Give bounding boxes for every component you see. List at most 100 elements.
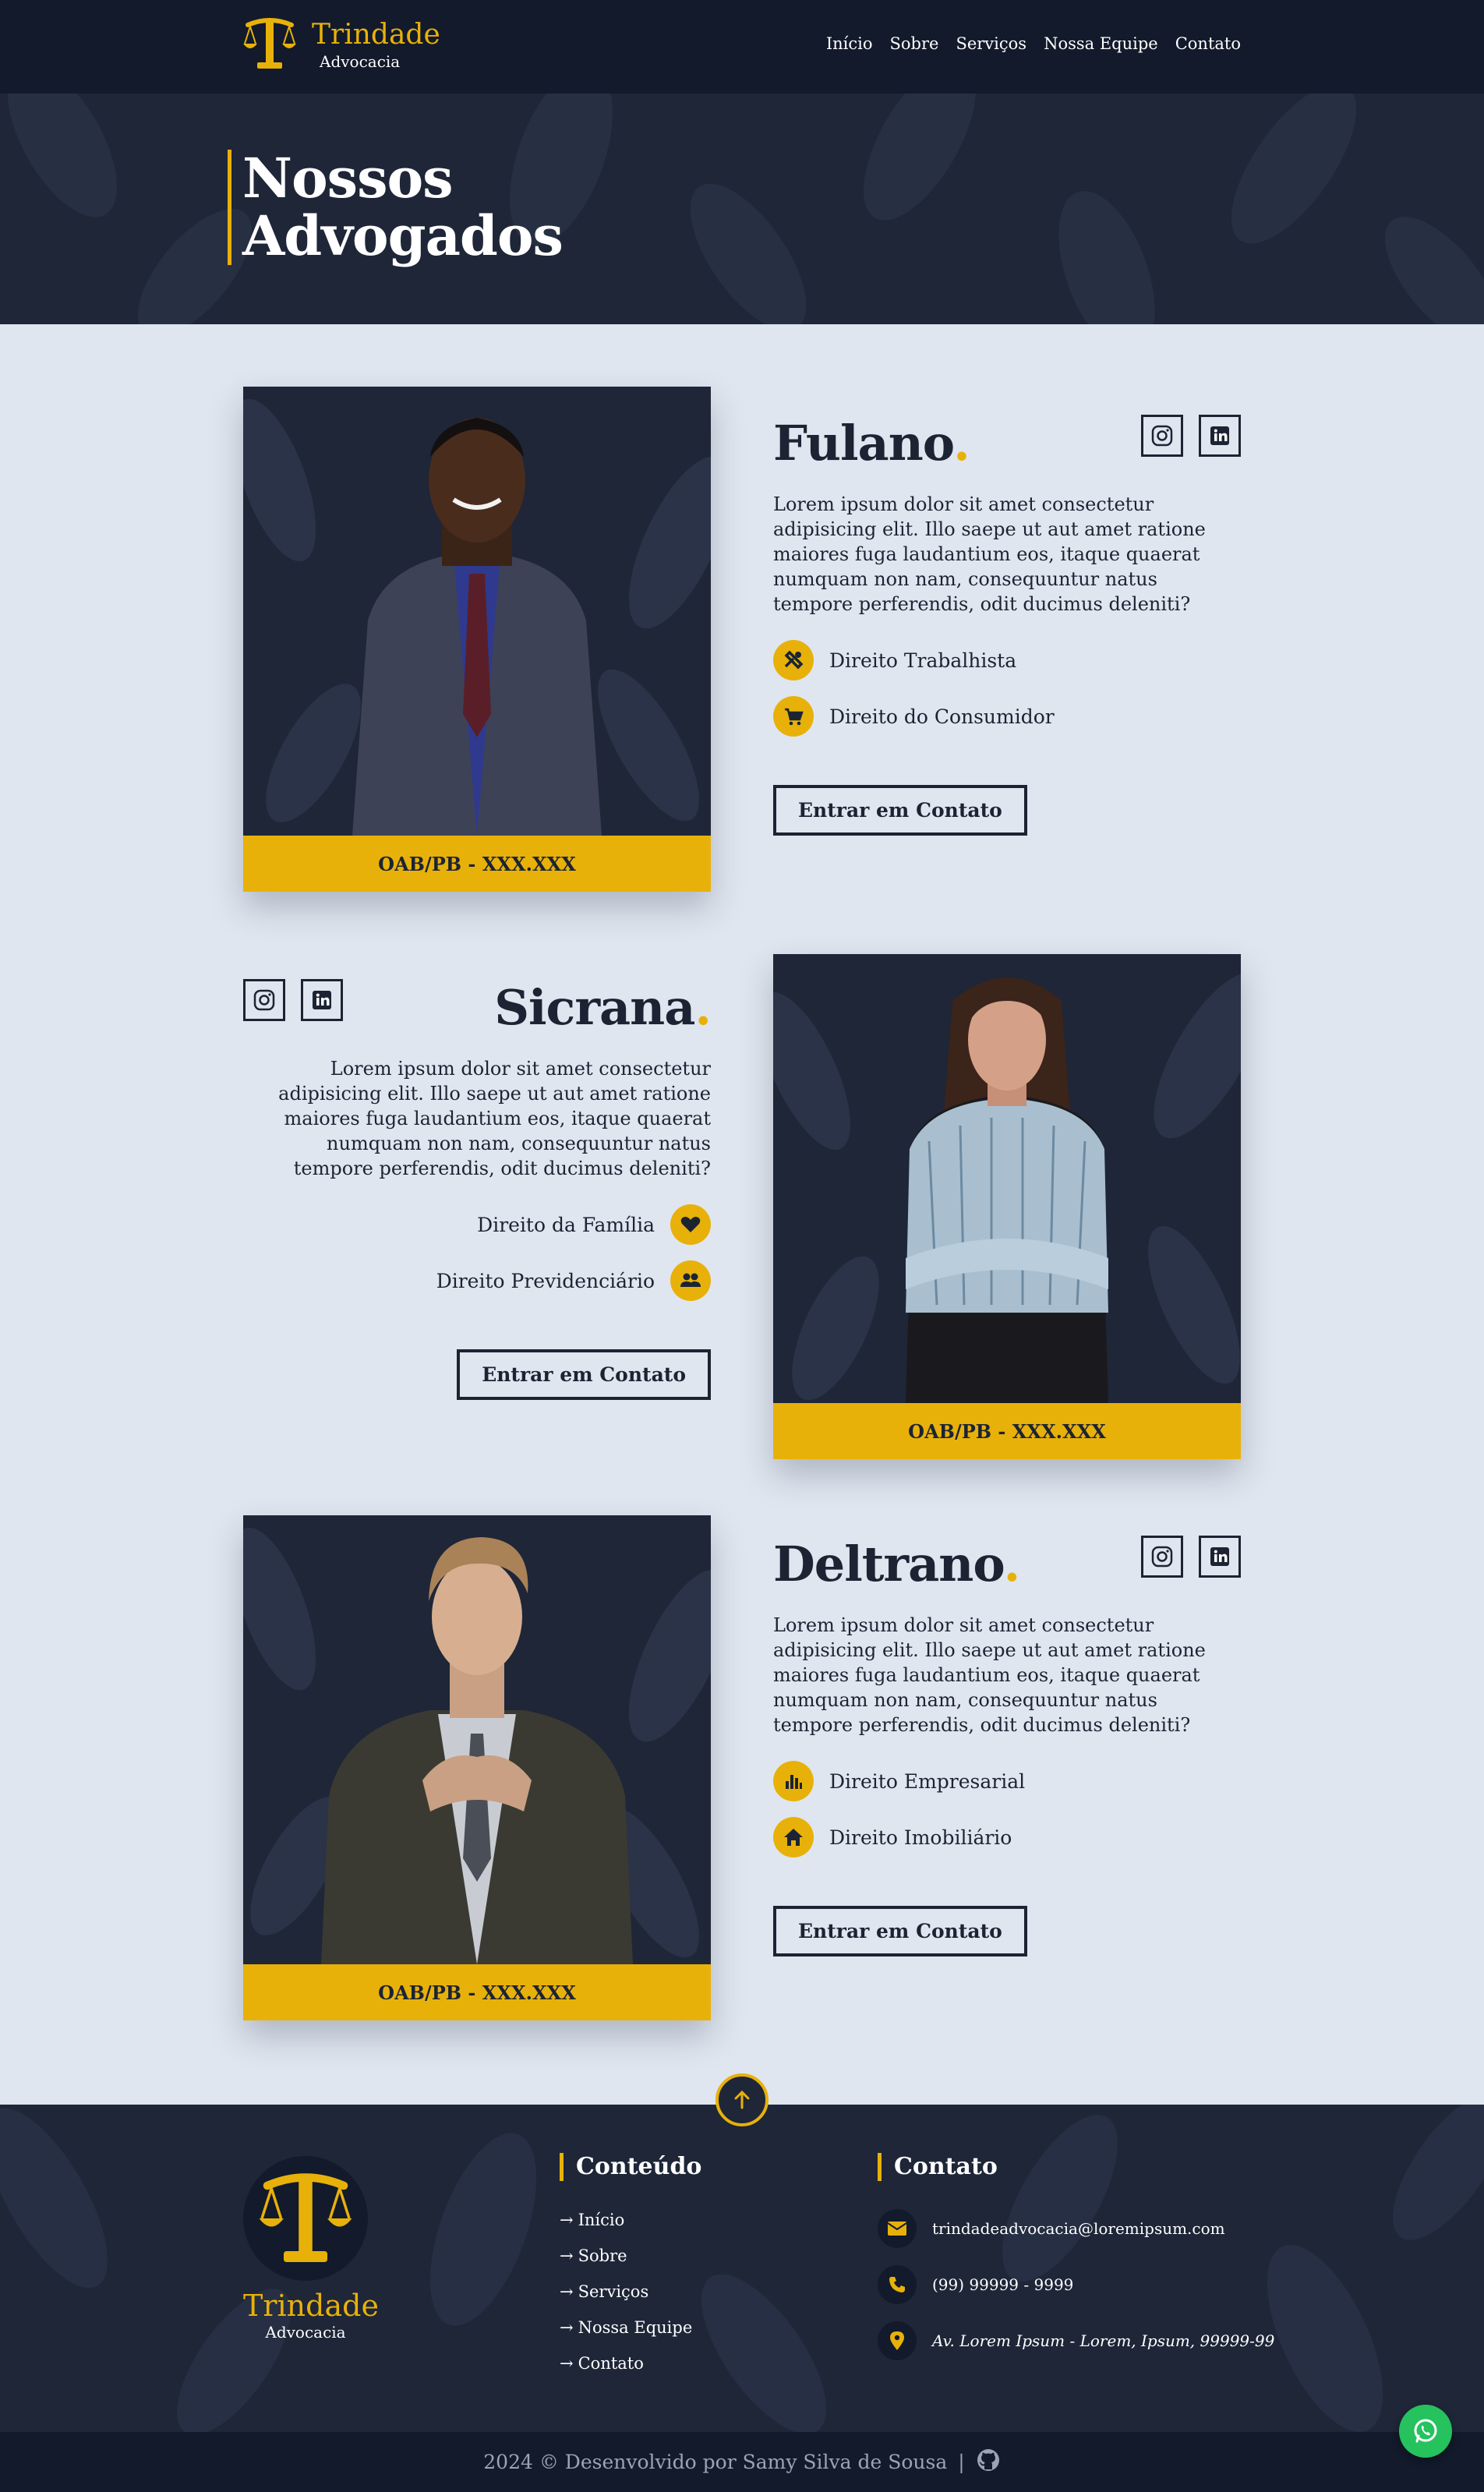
specialty-item: Direito Empresarial bbox=[773, 1761, 1241, 1801]
copyright-bar: 2024 © Desenvolvido por Samy Silva de So… bbox=[0, 2432, 1484, 2492]
github-link[interactable] bbox=[976, 2448, 1001, 2477]
specialty-item: Direito Previdenciário bbox=[243, 1260, 711, 1301]
arrow-right-icon: → bbox=[560, 2354, 574, 2373]
people-icon bbox=[670, 1260, 711, 1301]
brand-subtitle: Advocacia bbox=[320, 52, 401, 71]
site-footer: Trindade Advocacia Conteúdo → Início → Sob… bbox=[0, 2105, 1484, 2432]
cart-icon bbox=[773, 696, 814, 737]
nav-contato[interactable]: Contato bbox=[1175, 34, 1241, 53]
contact-phone-text: (99) 99999 - 9999 bbox=[932, 2275, 1074, 2294]
instagram-icon bbox=[1151, 425, 1173, 447]
social-links bbox=[243, 979, 343, 1021]
instagram-icon bbox=[253, 989, 275, 1011]
contact-address[interactable]: Av. Lorem Ipsum - Lorem, Ipsum, 99999-99 bbox=[878, 2321, 1274, 2360]
lawyer-description: Lorem ipsum dolor sit amet consectetur a… bbox=[773, 1614, 1206, 1736]
linkedin-button[interactable] bbox=[1199, 1536, 1241, 1578]
top-navbar: Trindade Advocacia Início Sobre Serviços… bbox=[0, 0, 1484, 94]
specialty-label: Direito Trabalhista bbox=[829, 649, 1017, 672]
lawyer-card-sicrana: OAB/PB - XXX.XXX bbox=[773, 954, 1241, 1459]
footer-contact-column: Contato trindadeadvocacia@loremipsum.com… bbox=[878, 2153, 1274, 2360]
nav-inicio[interactable]: Início bbox=[826, 34, 873, 53]
scales-of-justice-icon bbox=[259, 2173, 352, 2262]
footer-contact-title: Contato bbox=[878, 2153, 1274, 2181]
oab-badge: OAB/PB - XXX.XXX bbox=[243, 836, 711, 892]
nav-nossa-equipe[interactable]: Nossa Equipe bbox=[1044, 34, 1158, 53]
contact-email-text: trindadeadvocacia@loremipsum.com bbox=[932, 2219, 1225, 2238]
contact-button[interactable]: Entrar em Contato bbox=[773, 1906, 1027, 1956]
page-hero: Nossos Advogados bbox=[0, 94, 1484, 324]
oab-badge: OAB/PB - XXX.XXX bbox=[773, 1403, 1241, 1459]
instagram-icon bbox=[1151, 1546, 1173, 1568]
specialty-label: Direito Empresarial bbox=[829, 1769, 1026, 1793]
bar-chart-icon bbox=[773, 1761, 814, 1801]
footer-link-inicio[interactable]: → Início bbox=[560, 2211, 701, 2229]
copyright-text: 2024 © Desenvolvido por Samy Silva de So… bbox=[483, 2451, 948, 2473]
title-line-2: Advogados bbox=[242, 203, 564, 268]
tools-icon bbox=[773, 640, 814, 680]
footer-link-sobre[interactable]: → Sobre bbox=[560, 2246, 701, 2265]
instagram-button[interactable] bbox=[243, 979, 285, 1021]
footer-link-servicos[interactable]: → Serviços bbox=[560, 2282, 701, 2301]
back-to-top-button[interactable] bbox=[716, 2073, 768, 2126]
specialty-item: Direito da Família bbox=[243, 1204, 711, 1245]
lawyer-description: Lorem ipsum dolor sit amet consectetur a… bbox=[278, 1058, 711, 1179]
specialty-label: Direito Imobiliário bbox=[829, 1826, 1012, 1849]
arrow-right-icon: → bbox=[560, 2211, 574, 2229]
specialty-item: Direito Imobiliário bbox=[773, 1817, 1241, 1858]
nav-sobre[interactable]: Sobre bbox=[889, 34, 938, 53]
contact-phone[interactable]: (99) 99999 - 9999 bbox=[878, 2265, 1274, 2304]
specialty-item: Direito Trabalhista bbox=[773, 640, 1241, 680]
oab-badge: OAB/PB - XXX.XXX bbox=[243, 1964, 711, 2020]
envelope-icon bbox=[878, 2209, 917, 2248]
contact-button[interactable]: Entrar em Contato bbox=[773, 785, 1027, 836]
footer-content-title: Conteúdo bbox=[560, 2153, 701, 2181]
contact-email[interactable]: trindadeadvocacia@loremipsum.com bbox=[878, 2209, 1274, 2248]
contact-button[interactable]: Entrar em Contato bbox=[457, 1349, 711, 1400]
contact-address-text: Av. Lorem Ipsum - Lorem, Ipsum, 99999-99 bbox=[932, 2331, 1275, 2350]
footer-brand-name: Trindade bbox=[243, 2289, 379, 2323]
linkedin-button[interactable] bbox=[301, 979, 343, 1021]
lawyer-photo-sicrana bbox=[906, 977, 1108, 1403]
leaf-pattern-background bbox=[0, 94, 1484, 324]
main-nav: Início Sobre Serviços Nossa Equipe Conta… bbox=[826, 34, 1241, 53]
linkedin-icon bbox=[1210, 426, 1229, 445]
whatsapp-icon bbox=[1414, 2419, 1437, 2443]
linkedin-button[interactable] bbox=[1199, 415, 1241, 457]
linkedin-icon bbox=[313, 991, 331, 1009]
lawyer-card-deltrano: OAB/PB - XXX.XXX bbox=[243, 1515, 711, 2020]
house-icon bbox=[773, 1817, 814, 1858]
social-links bbox=[1141, 1536, 1241, 1578]
phone-icon bbox=[878, 2265, 917, 2304]
arrow-up-icon bbox=[734, 2090, 750, 2109]
linkedin-icon bbox=[1210, 1547, 1229, 1566]
lawyer-card-fulano: OAB/PB - XXX.XXX bbox=[243, 387, 711, 892]
arrow-right-icon: → bbox=[560, 2246, 574, 2265]
lawyer-photo-deltrano bbox=[321, 1537, 633, 1964]
heart-icon bbox=[670, 1204, 711, 1245]
instagram-button[interactable] bbox=[1141, 415, 1183, 457]
social-links bbox=[1141, 415, 1241, 457]
specialty-label: Direito da Família bbox=[477, 1213, 655, 1236]
footer-link-contato[interactable]: → Contato bbox=[560, 2354, 701, 2373]
brand-logo[interactable]: Trindade Advocacia bbox=[243, 16, 440, 75]
specialty-item: Direito do Consumidor bbox=[773, 696, 1241, 737]
brand-name: Trindade bbox=[312, 19, 440, 51]
footer-logo[interactable]: Trindade Advocacia bbox=[243, 2156, 379, 2342]
lawyer-description: Lorem ipsum dolor sit amet consectetur a… bbox=[773, 493, 1206, 615]
lawyer-photo-fulano bbox=[352, 418, 602, 836]
footer-link-nossa-equipe[interactable]: → Nossa Equipe bbox=[560, 2318, 701, 2337]
arrow-right-icon: → bbox=[560, 2318, 574, 2337]
whatsapp-button[interactable] bbox=[1399, 2405, 1452, 2458]
footer-brand-subtitle: Advocacia bbox=[265, 2323, 346, 2342]
lawyer-info-fulano: Fulano. Lorem ipsum dolor sit amet conse… bbox=[773, 415, 1241, 836]
separator: | bbox=[958, 2451, 965, 2473]
nav-servicos[interactable]: Serviços bbox=[956, 34, 1026, 53]
github-icon bbox=[977, 2448, 999, 2471]
specialty-label: Direito do Consumidor bbox=[829, 705, 1055, 728]
scales-of-justice-icon bbox=[243, 16, 296, 75]
footer-content-column: Conteúdo → Início → Sobre → Serviços → Nossa… bbox=[560, 2153, 701, 2390]
instagram-button[interactable] bbox=[1141, 1536, 1183, 1578]
title-line-1: Nossos bbox=[242, 146, 454, 210]
lawyer-info-deltrano: Deltrano. Lorem ipsum dolor sit amet con… bbox=[773, 1536, 1241, 1956]
page-title: Nossos Advogados bbox=[228, 150, 564, 268]
